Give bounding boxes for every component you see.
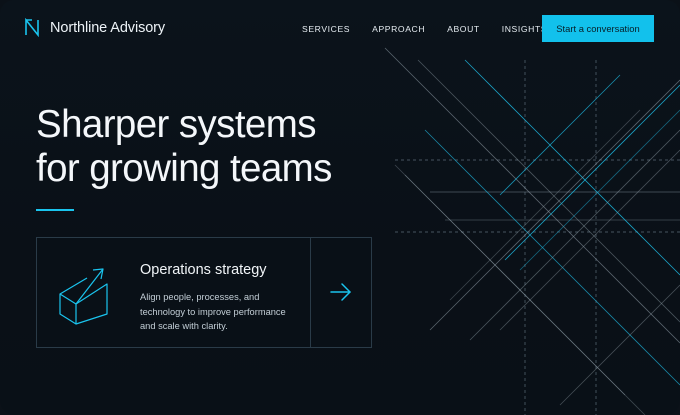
main-nav: SERVICES APPROACH ABOUT INSIGHTS [302, 24, 569, 34]
logo[interactable]: Northline Advisory [24, 18, 165, 37]
hero-headline-line-2: for growing teams [36, 147, 332, 190]
hero-headline-line-1: Sharper systems [36, 103, 316, 146]
card-description: Align people, processes, and technology … [140, 292, 286, 331]
nav-link-services[interactable]: SERVICES [302, 24, 350, 34]
growth-chart-arrow-icon [59, 268, 108, 325]
decorative-line-pattern [384, 47, 680, 415]
card-divider [310, 238, 311, 347]
brand-name: Northline Advisory [50, 19, 166, 36]
card-title: Operations strategy [140, 262, 267, 278]
nav-link-insights[interactable]: INSIGHTS [502, 24, 547, 34]
nav-link-approach[interactable]: APPROACH [372, 24, 425, 34]
n-monogram-icon [25, 18, 39, 37]
service-card-operations-strategy[interactable]: Operations strategy Align people, proces… [36, 237, 372, 348]
start-conversation-button[interactable]: Start a conversation [542, 15, 654, 42]
hero-headline: Sharper systems for growing teams [36, 103, 332, 191]
arrow-right-icon[interactable] [330, 282, 352, 302]
accent-divider [36, 209, 74, 211]
page: Northline Advisory SERVICES APPROACH ABO… [0, 0, 680, 415]
site-header: Northline Advisory SERVICES APPROACH ABO… [0, 0, 680, 56]
nav-link-about[interactable]: ABOUT [447, 24, 480, 34]
